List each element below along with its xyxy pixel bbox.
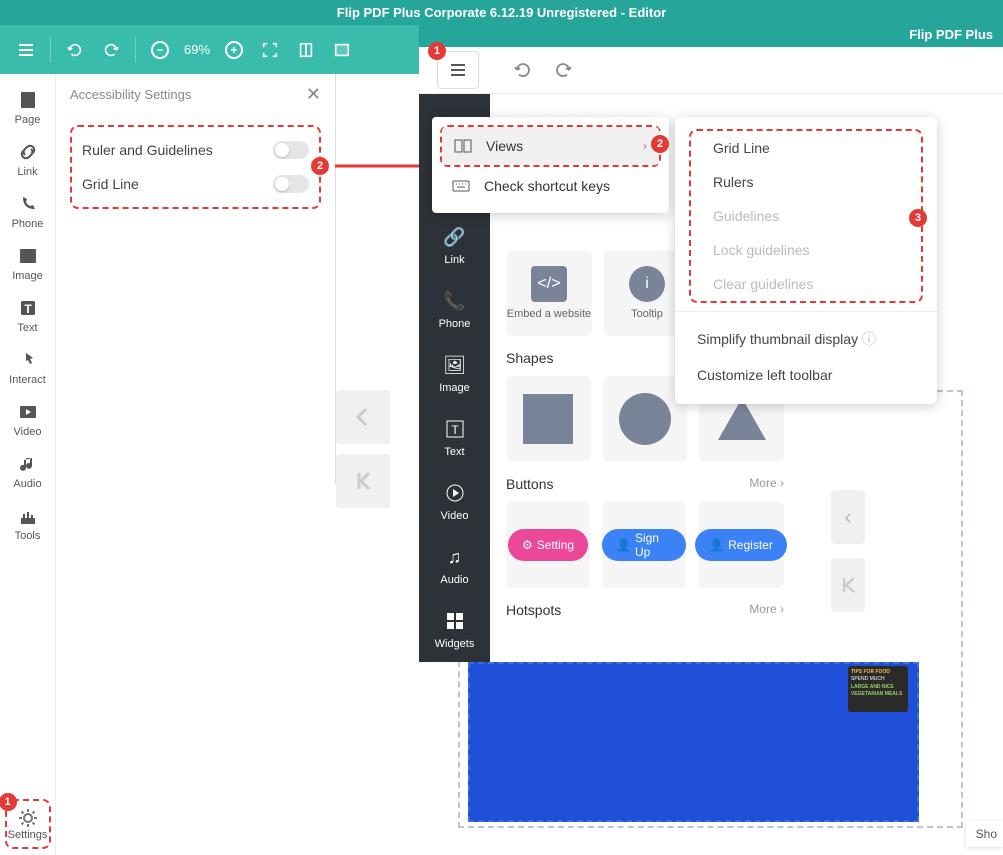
hotspots-label: HotspotsMore › (506, 602, 784, 618)
sidebar-item-page[interactable]: Page (0, 82, 56, 134)
undo-icon[interactable] (505, 53, 539, 87)
page-nav-left (336, 390, 420, 540)
right-hamburger-button[interactable]: 1 (437, 51, 479, 89)
sidebar-item-interact[interactable]: Interact (0, 342, 56, 394)
right-toolbar: 1 (419, 47, 1003, 94)
first-page-button[interactable] (336, 454, 390, 508)
submenu-rulers[interactable]: Rulers (691, 165, 921, 199)
d-sidebar-phone[interactable]: 📞Phone (419, 278, 490, 342)
grid-line-label: Grid Line (82, 176, 273, 192)
shape-square[interactable] (506, 376, 591, 462)
register-button-card[interactable]: 👤Register (698, 502, 784, 588)
link-icon: 🔗 (444, 226, 466, 248)
user-icon: 👤 (616, 538, 631, 552)
badge-1b: 1 (428, 42, 446, 60)
submenu-lock-guidelines[interactable]: Lock guidelines (691, 233, 921, 267)
d-sidebar-text[interactable]: TText (419, 406, 490, 470)
d-sidebar-widgets[interactable]: Widgets (419, 598, 490, 662)
sidebar-item-text[interactable]: TText (0, 290, 56, 342)
setting-button-card[interactable]: ⚙Setting (506, 502, 590, 588)
panel-title: Accessibility Settings (70, 87, 191, 102)
d-sidebar-audio[interactable]: ♫Audio (419, 534, 490, 598)
info-icon: i (629, 266, 665, 302)
buttons-more[interactable]: More › (749, 476, 784, 490)
zoom-level: 69% (184, 42, 210, 57)
submenu-customize[interactable]: Customize left toolbar (675, 358, 937, 392)
divider (675, 311, 937, 312)
left-sidebar: Page Link Phone Image TText Interact Vid… (0, 74, 56, 855)
embed-icon: </> (531, 266, 567, 302)
close-icon[interactable]: ✕ (306, 84, 321, 105)
chevron-right-icon: › (643, 139, 647, 153)
gear-icon: ⚙ (522, 538, 533, 552)
hamburger-icon[interactable] (10, 34, 42, 66)
menu-shortcut-keys[interactable]: Check shortcut keys (440, 167, 661, 205)
zoom-in-icon[interactable]: + (218, 34, 250, 66)
ruler-guidelines-toggle[interactable] (273, 141, 309, 159)
redo-icon[interactable] (547, 53, 581, 87)
svg-text:T: T (451, 423, 459, 437)
fit-screen-icon[interactable] (254, 34, 286, 66)
svg-text:T: T (24, 302, 32, 316)
sidebar-item-video[interactable]: Video (0, 394, 56, 446)
sidebar-item-settings[interactable]: Settings 1 (5, 799, 51, 849)
signup-button-card[interactable]: 👤Sign Up (602, 502, 686, 588)
double-page-icon[interactable] (326, 34, 358, 66)
phone-icon: 📞 (444, 290, 466, 312)
sidebar-item-tools[interactable]: Tools (0, 498, 56, 550)
d-sidebar-link[interactable]: 🔗Link (419, 214, 490, 278)
submenu-guidelines[interactable]: Guidelines (691, 199, 921, 233)
hotspots-more[interactable]: More › (749, 602, 784, 616)
badge-2: 2 (311, 157, 329, 175)
sidebar-item-audio[interactable]: Audio (0, 446, 56, 498)
divider (135, 37, 136, 62)
views-icon (454, 137, 472, 155)
d-sidebar-image[interactable]: 🖼Image (419, 342, 490, 406)
user-icon: 👤 (709, 538, 724, 552)
undo-icon[interactable] (59, 34, 91, 66)
prev-page-button[interactable] (336, 390, 390, 444)
redo-icon[interactable] (95, 34, 127, 66)
video-icon (444, 482, 466, 504)
d-sidebar-video[interactable]: Video (419, 470, 490, 534)
submenu-clear-guidelines[interactable]: Clear guidelines (691, 267, 921, 301)
prev-page-button[interactable]: ‹ (831, 490, 865, 544)
views-submenu: Grid Line Rulers Guidelines Lock guideli… (675, 117, 937, 404)
badge-2b: 2 (651, 135, 669, 153)
sidebar-item-phone[interactable]: Phone (0, 186, 56, 238)
app-title: Flip PDF Plus Corporate 6.12.19 Unregist… (337, 5, 666, 20)
truncated-label: Sho (966, 821, 1003, 847)
badge-3: 3 (909, 209, 927, 227)
single-page-icon[interactable] (290, 34, 322, 66)
zoom-out-icon[interactable]: − (144, 34, 176, 66)
widgets-icon (444, 610, 466, 632)
thumbnail-card[interactable]: TIPS FOR FOOD SPEND MUCH LARGE AND NICE … (848, 666, 908, 712)
divider (50, 37, 51, 62)
embed-website-card[interactable]: </> Embed a website (506, 250, 592, 336)
info-icon: ⓘ (862, 331, 876, 347)
grid-line-toggle[interactable] (273, 175, 309, 193)
first-page-button[interactable] (831, 558, 865, 612)
submenu-simplify[interactable]: Simplify thumbnail display ⓘ (675, 320, 937, 358)
buttons-label: ButtonsMore › (506, 476, 784, 492)
right-title-bar: Flip PDF Plus (419, 22, 1003, 47)
page-nav-right: ‹ (831, 490, 871, 612)
sidebar-item-link[interactable]: Link (0, 134, 56, 186)
submenu-grid-line[interactable]: Grid Line (691, 131, 921, 165)
keyboard-icon (452, 177, 470, 195)
sidebar-item-image[interactable]: Image (0, 238, 56, 290)
main-menu-popup: Views › 2 Check shortcut keys (432, 117, 669, 213)
image-icon: 🖼 (444, 354, 466, 376)
badge-1: 1 (0, 793, 17, 811)
audio-icon: ♫ (444, 546, 466, 568)
ruler-guidelines-label: Ruler and Guidelines (82, 142, 273, 158)
menu-views[interactable]: Views › (442, 127, 659, 165)
text-icon: T (444, 418, 466, 440)
accessibility-panel: Accessibility Settings ✕ Ruler and Guide… (56, 74, 336, 484)
gear-icon (17, 807, 39, 829)
